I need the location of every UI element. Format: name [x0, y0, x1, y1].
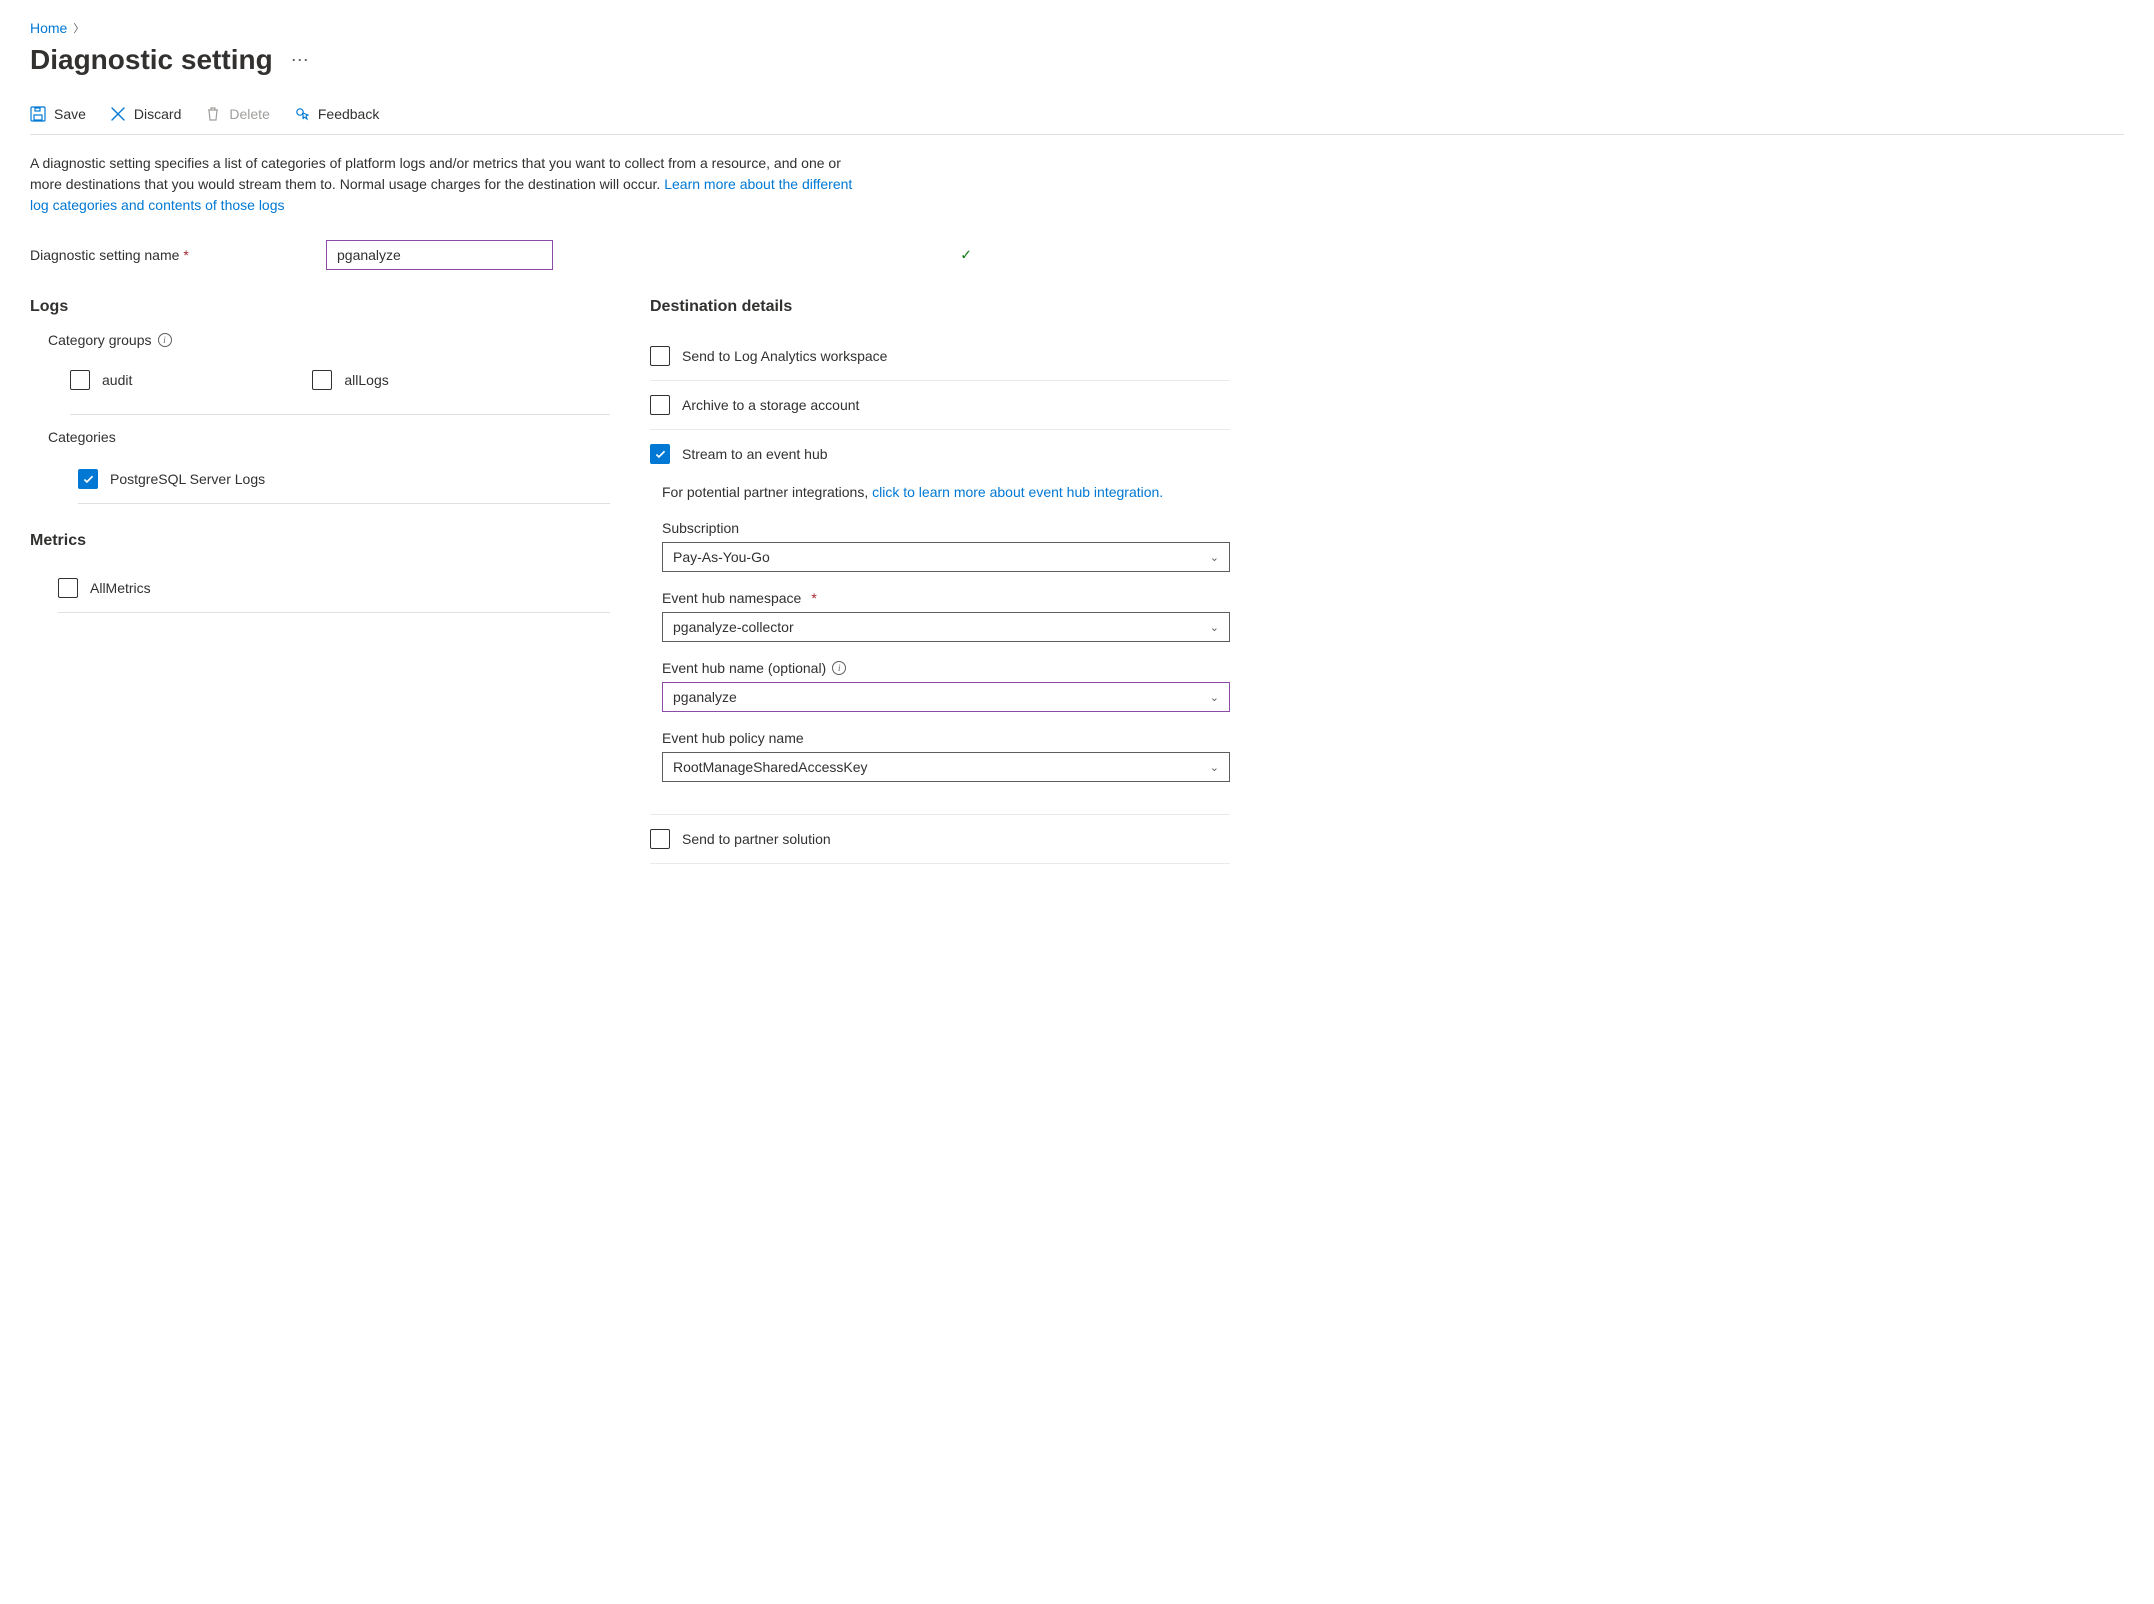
page-title: Diagnostic setting — [30, 44, 273, 76]
eventhub-learn-link[interactable]: click to learn more about event hub inte… — [872, 484, 1163, 500]
subscription-label: Subscription — [662, 520, 1230, 536]
discard-button[interactable]: Discard — [110, 106, 181, 122]
dest-partner-label: Send to partner solution — [682, 831, 831, 847]
chevron-down-icon: ⌄ — [1210, 691, 1219, 704]
namespace-select[interactable]: pganalyze-collector ⌄ — [662, 612, 1230, 642]
dest-storage: Archive to a storage account — [650, 381, 1230, 430]
checkbox-log-analytics[interactable] — [650, 346, 670, 366]
checkbox-eventhub[interactable] — [650, 444, 670, 464]
policy-value: RootManageSharedAccessKey — [673, 759, 868, 775]
check-icon: ✓ — [960, 247, 972, 264]
checkbox-icon[interactable] — [312, 370, 332, 390]
subscription-select[interactable]: Pay-As-You-Go ⌄ — [662, 542, 1230, 572]
policy-label: Event hub policy name — [662, 730, 1230, 746]
destination-heading: Destination details — [650, 298, 1230, 316]
chevron-right-icon: 〉 — [73, 20, 84, 36]
feedback-button-label: Feedback — [318, 106, 379, 122]
discard-button-label: Discard — [134, 106, 181, 122]
toolbar: Save Discard Delete Feedback — [30, 106, 2124, 135]
save-button-label: Save — [54, 106, 86, 122]
checkbox-icon[interactable] — [78, 469, 98, 489]
dest-log-analytics: Send to Log Analytics workspace — [650, 332, 1230, 381]
checkbox-alllogs-label: allLogs — [344, 372, 388, 388]
hubname-select[interactable]: pganalyze ⌄ — [662, 682, 1230, 712]
checkbox-storage[interactable] — [650, 395, 670, 415]
hubname-label: Event hub name (optional) i — [662, 660, 1230, 676]
required-asterisk: * — [183, 247, 188, 263]
feedback-icon — [294, 106, 310, 122]
subscription-value: Pay-As-You-Go — [673, 549, 770, 565]
info-icon[interactable]: i — [158, 333, 172, 347]
namespace-value: pganalyze-collector — [673, 619, 794, 635]
checkbox-audit-label: audit — [102, 372, 132, 388]
dest-storage-label: Archive to a storage account — [682, 397, 859, 413]
checkbox-postgresql-logs[interactable]: PostgreSQL Server Logs — [78, 457, 610, 504]
chevron-down-icon: ⌄ — [1210, 621, 1219, 634]
dest-partner: Send to partner solution — [650, 815, 1230, 864]
chevron-down-icon: ⌄ — [1210, 761, 1219, 774]
breadcrumb-home[interactable]: Home — [30, 20, 67, 36]
logs-heading: Logs — [30, 298, 610, 316]
setting-name-label: Diagnostic setting name* — [30, 247, 326, 263]
dest-eventhub: Stream to an event hub For potential par… — [650, 430, 1230, 815]
trash-icon — [205, 106, 221, 122]
checkbox-audit[interactable]: audit — [70, 360, 132, 400]
required-asterisk: * — [811, 590, 816, 606]
eventhub-note: For potential partner integrations, clic… — [662, 484, 1230, 500]
feedback-button[interactable]: Feedback — [294, 106, 379, 122]
dest-log-analytics-label: Send to Log Analytics workspace — [682, 348, 887, 364]
page-header: Diagnostic setting ⋯ — [30, 44, 2124, 76]
save-button[interactable]: Save — [30, 106, 86, 122]
categories-label: Categories — [48, 429, 610, 445]
checkbox-partner[interactable] — [650, 829, 670, 849]
category-groups-label: Category groups i — [48, 332, 610, 348]
policy-select[interactable]: RootManageSharedAccessKey ⌄ — [662, 752, 1230, 782]
dest-eventhub-label: Stream to an event hub — [682, 446, 828, 462]
checkbox-allmetrics-label: AllMetrics — [90, 580, 151, 596]
checkbox-allmetrics[interactable]: AllMetrics — [58, 566, 610, 613]
checkbox-icon[interactable] — [58, 578, 78, 598]
checkbox-icon[interactable] — [70, 370, 90, 390]
description-text: A diagnostic setting specifies a list of… — [30, 153, 860, 216]
delete-button: Delete — [205, 106, 269, 122]
breadcrumb: Home 〉 — [30, 20, 2124, 36]
setting-name-row: Diagnostic setting name* ✓ — [30, 240, 2124, 270]
namespace-label: Event hub namespace* — [662, 590, 1230, 606]
checkbox-alllogs[interactable]: allLogs — [312, 360, 388, 400]
close-icon — [110, 106, 126, 122]
save-icon — [30, 106, 46, 122]
more-actions-icon[interactable]: ⋯ — [291, 50, 309, 71]
setting-name-input[interactable] — [326, 240, 553, 270]
info-icon[interactable]: i — [832, 661, 846, 675]
metrics-heading: Metrics — [30, 532, 610, 550]
delete-button-label: Delete — [229, 106, 269, 122]
chevron-down-icon: ⌄ — [1210, 551, 1219, 564]
hubname-value: pganalyze — [673, 689, 737, 705]
checkbox-postgresql-label: PostgreSQL Server Logs — [110, 471, 265, 487]
